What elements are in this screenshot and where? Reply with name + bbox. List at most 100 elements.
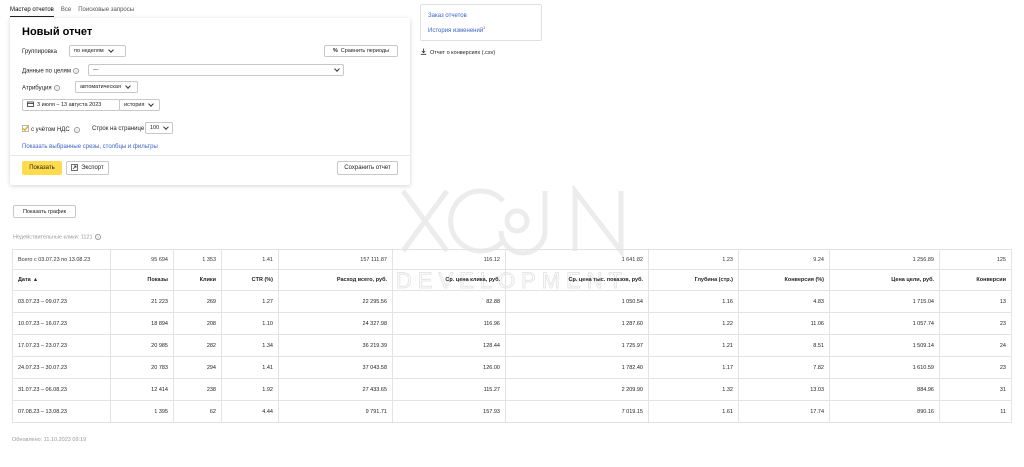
table-cell: 20 985: [110, 334, 174, 357]
table-cell: 1 050.54: [505, 290, 649, 313]
rows-per-page-select[interactable]: 100: [145, 122, 173, 134]
export-label: Экспорт: [81, 165, 104, 171]
table-cell: 1 610.59: [829, 356, 940, 379]
totals-cell: 116.12: [392, 249, 506, 270]
table-cell: 1.22: [648, 312, 739, 335]
chevron-down-icon: [334, 66, 340, 72]
download-icon: [420, 48, 427, 57]
table-cell: 1.10: [221, 312, 279, 335]
chevron-down-icon: [148, 101, 155, 107]
chevron-down-icon: [107, 47, 114, 53]
attribution-label: Атрибуция?: [22, 85, 60, 92]
table-cell: 1.92: [221, 378, 279, 401]
date-range-value: 3 июля – 13 августа 2023: [37, 102, 102, 108]
history-value: история: [124, 102, 145, 108]
history-changes-link[interactable]: История изменений: [428, 28, 483, 34]
table-cell: 269: [173, 290, 222, 313]
info-icon[interactable]: ?: [94, 234, 101, 240]
attribution-label-text: Атрибуция: [22, 85, 52, 92]
show-selected-link[interactable]: Показать выбранные срезы, столбцы и филь…: [22, 144, 158, 150]
vat-label: с учётом НДС: [31, 126, 70, 133]
table-cell: 208: [173, 312, 222, 335]
compare-periods-label: Сравнить периоды: [340, 48, 390, 54]
table-cell: 1.17: [648, 356, 739, 379]
grouping-select[interactable]: по неделям: [69, 45, 126, 57]
table-cell: 36 219.39: [278, 334, 393, 357]
compare-periods-button[interactable]: % Сравнить периоды: [324, 45, 398, 57]
date-range-cell: 17.07.23 – 23.07.23: [12, 334, 111, 357]
table-cell: 17.74: [738, 400, 830, 423]
table-cell: 884.96: [829, 378, 940, 401]
column-header-spend[interactable]: Расход всего, руб.: [278, 269, 393, 291]
column-header-avg-cpm[interactable]: Ср. цена тыс. показов, руб.: [505, 269, 649, 291]
vat-checkbox-row: с учётом НДС ?: [22, 125, 80, 134]
table-cell: 24 327.98: [278, 312, 393, 335]
column-header-conversions[interactable]: Конверсии: [939, 269, 1012, 291]
tabs-bar: Мастер отчетов Все Поисковые запросы: [10, 7, 134, 17]
table-cell: 27 433.65: [278, 378, 393, 401]
goals-select[interactable]: —: [88, 64, 344, 76]
csv-link-label: Отчет о конверсиях (.csv): [430, 49, 496, 56]
table-cell: 23: [939, 312, 1012, 335]
date-range-picker[interactable]: 3 июля – 13 августа 2023: [22, 99, 120, 111]
show-button[interactable]: Показать: [22, 161, 62, 175]
column-header-ctr[interactable]: CTR (%): [221, 269, 279, 291]
table-cell: 7.82: [738, 356, 830, 379]
table-row: 24.07.23 – 30.07.23 20 783 294 1.41 37 043.5…: [12, 356, 1012, 379]
history-select[interactable]: история: [119, 99, 160, 111]
goals-label: Данные по целям?: [22, 68, 79, 75]
table-cell: 126.00: [392, 356, 506, 379]
table-cell: 128.44: [392, 334, 506, 357]
date-range-cell: 10.07.23 – 16.07.23: [12, 312, 111, 335]
header-row: Дата ▲ Показы Клики CTR (%) Расход всего,…: [12, 269, 1012, 291]
csv-download-link[interactable]: Отчет о конверсиях (.csv): [420, 48, 495, 57]
totals-cell: 1 256.89: [829, 249, 940, 270]
vat-checkbox[interactable]: [22, 125, 29, 134]
column-header-avg-cpc[interactable]: Ср. цена клика, руб.: [392, 269, 506, 291]
column-header-date[interactable]: Дата ▲: [12, 269, 111, 291]
totals-label: Всего с 03.07.23 по 13.08.23: [12, 249, 111, 270]
totals-row: Всего с 03.07.23 по 13.08.23 95 694 1 35…: [12, 249, 1012, 270]
totals-cell: 1 641.82: [505, 249, 649, 270]
attribution-select[interactable]: автоматическая: [75, 81, 138, 93]
table-cell: 24: [939, 334, 1012, 357]
table-cell: 1 715.04: [829, 290, 940, 313]
column-header-depth[interactable]: Глубина (стр.): [648, 269, 739, 291]
info-icon[interactable]: ?: [73, 126, 80, 133]
table-cell: 157.93: [392, 400, 506, 423]
order-reports-link[interactable]: Заказ отчетов: [428, 13, 467, 19]
date-range-cell: 31.07.23 – 06.08.23: [12, 378, 111, 401]
column-header-impressions[interactable]: Показы: [110, 269, 174, 291]
info-icon[interactable]: ?: [53, 85, 60, 91]
table-cell: 1.34: [221, 334, 279, 357]
chevron-down-icon: [163, 124, 169, 130]
tab-search-queries[interactable]: Поисковые запросы: [78, 7, 134, 17]
table-cell: 238: [173, 378, 222, 401]
save-report-button[interactable]: Сохранить отчет: [337, 161, 398, 175]
tab-report-master[interactable]: Мастер отчетов: [10, 7, 54, 17]
export-button[interactable]: Экспорт: [66, 161, 109, 175]
date-range-cell: 03.07.23 – 09.07.23: [12, 290, 111, 313]
tab-all[interactable]: Все: [61, 7, 71, 17]
column-header-conversion-rate[interactable]: Конверсия (%): [738, 269, 830, 291]
table-cell: 1.16: [648, 290, 739, 313]
table-cell: 11: [939, 400, 1012, 423]
table-cell: 116.96: [392, 312, 506, 335]
table-cell: 1.27: [221, 290, 279, 313]
table-cell: 31: [939, 378, 1012, 401]
column-header-cost-per-goal[interactable]: Цена цели, руб.: [829, 269, 940, 291]
table-row: 31.07.23 – 06.08.23 12 414 238 1.92 27 433.6…: [12, 378, 1012, 401]
table-cell: 37 043.58: [278, 356, 393, 379]
table-cell: 11.06: [738, 312, 830, 335]
table-body: 03.07.23 – 09.07.23 21 223 269 1.27 22 295.5…: [12, 290, 1012, 423]
grouping-label: Группировка: [22, 49, 57, 55]
column-header-clicks[interactable]: Клики: [173, 269, 222, 291]
table-cell: 1.21: [648, 334, 739, 357]
info-icon[interactable]: ?: [72, 68, 79, 74]
show-chart-button[interactable]: Показать график: [13, 205, 76, 218]
invalid-clicks-row: Недействительные клики: 1121?: [13, 234, 101, 240]
table-cell: 1.61: [648, 400, 739, 423]
rows-per-page-label: Строк на странице: [92, 126, 145, 132]
report-settings-panel: Новый отчет Группировка по неделям % Сра…: [10, 18, 410, 185]
chevron-down-icon: [125, 83, 131, 89]
